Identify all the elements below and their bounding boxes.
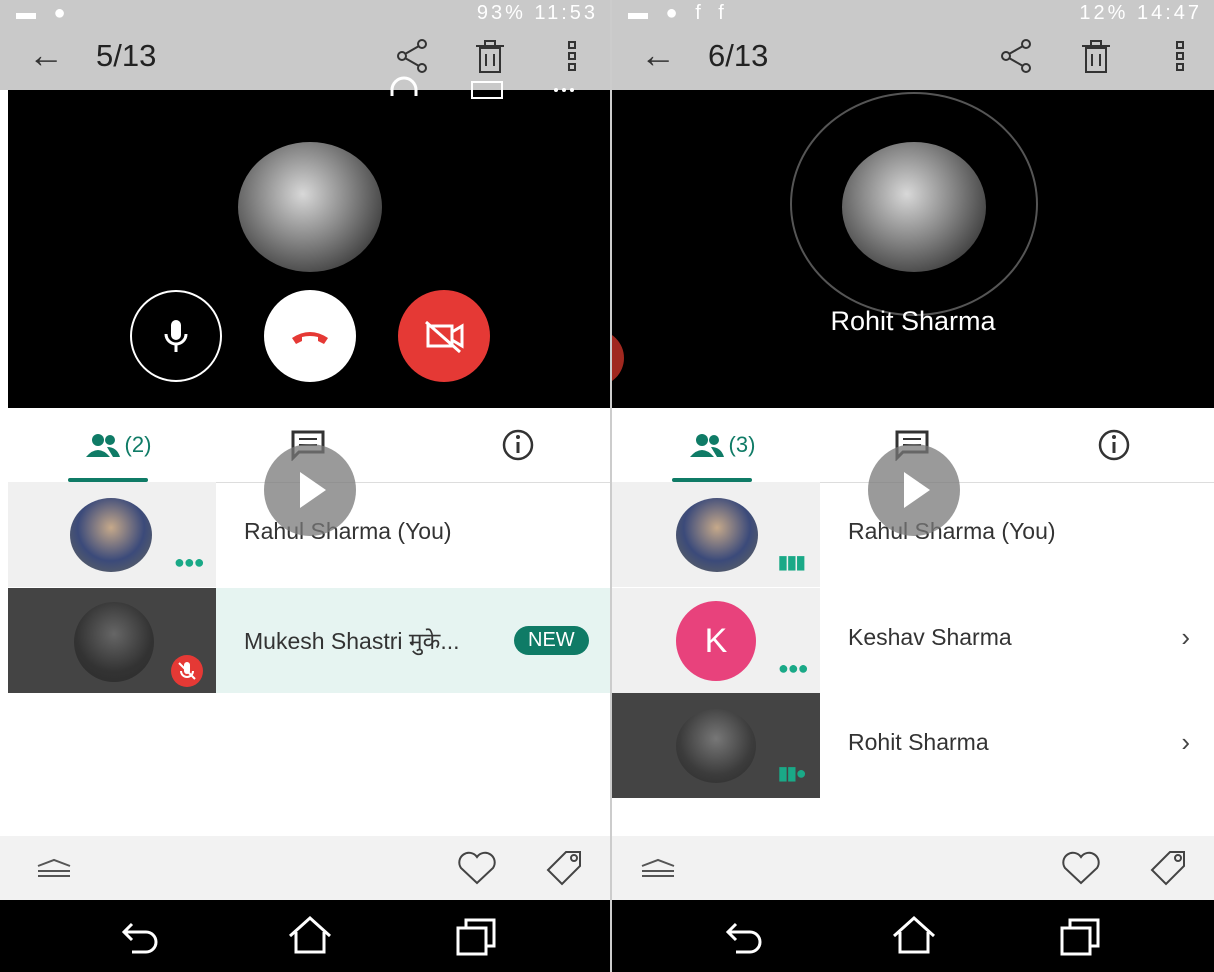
tab-participants[interactable]: (3) xyxy=(652,408,792,482)
caller-avatar xyxy=(842,142,986,272)
audio-level-icon: ●●● xyxy=(174,552,205,572)
left-screenshot: ▬ ● 93% 11:53 ← 5/13 (2) ●●● Rahul Sharm… xyxy=(0,0,612,972)
nav-back-icon[interactable] xyxy=(120,918,164,956)
info-icon xyxy=(1098,429,1130,461)
image-counter: 5/13 xyxy=(96,38,157,73)
participant-thumb: ▮▮● xyxy=(612,693,820,798)
audio-level-icon: ▮▮▮ xyxy=(778,552,806,572)
status-battery-time: 12% 14:47 xyxy=(1079,2,1202,24)
nav-home-icon[interactable] xyxy=(890,914,938,956)
call-video-area: Rohit Sharma xyxy=(612,90,1214,408)
participant-row-2[interactable]: Mukesh Shastri मुके... NEW xyxy=(8,588,610,693)
participant-thumb: ▮▮▮ xyxy=(612,482,820,587)
tag-icon[interactable] xyxy=(1148,848,1190,888)
participant-name: Rohit Sharma xyxy=(848,729,989,755)
play-icon[interactable] xyxy=(868,444,960,536)
hangup-icon xyxy=(292,332,328,344)
participant-count: (2) xyxy=(124,432,152,457)
avatar xyxy=(676,709,756,783)
right-screenshot: ▬ ● f f 12% 14:47 ← 6/13 Rohit Sharma (3… xyxy=(612,0,1214,972)
more-vertical-icon[interactable] xyxy=(1160,36,1200,76)
hangup-button[interactable] xyxy=(264,290,356,382)
share-icon[interactable] xyxy=(996,36,1036,76)
participant-row-3[interactable]: ▮▮● Rohit Sharma › xyxy=(612,693,1214,798)
gallery-bottom-bar xyxy=(0,836,610,900)
call-top-icons xyxy=(390,76,574,99)
system-nav-bar xyxy=(0,900,610,972)
people-icon xyxy=(689,434,724,457)
status-bar: ▬ ● 93% 11:53 xyxy=(0,0,610,26)
back-icon[interactable]: ← xyxy=(640,34,676,76)
avatar xyxy=(70,498,152,572)
call-video-area xyxy=(8,76,610,408)
participant-name: Keshav Sharma xyxy=(848,624,1012,650)
gallery-bottom-bar xyxy=(612,836,1214,900)
heart-icon[interactable] xyxy=(456,850,498,886)
caller-name: Rohit Sharma xyxy=(830,306,996,336)
status-battery-time: 93% 11:53 xyxy=(476,2,598,24)
trash-icon[interactable] xyxy=(1076,36,1116,76)
avatar xyxy=(74,602,154,682)
system-nav-bar xyxy=(612,900,1214,972)
status-icons: ▬ ● xyxy=(16,2,72,24)
menu-icon[interactable] xyxy=(640,856,676,880)
gallery-app-bar: ← 6/13 xyxy=(612,26,1214,90)
nav-back-icon[interactable] xyxy=(724,918,768,956)
avatar: K xyxy=(676,601,756,681)
participant-name: Rahul Sharma (You) xyxy=(244,518,452,544)
tab-info[interactable] xyxy=(1064,408,1164,482)
chevron-right-icon[interactable]: › xyxy=(1181,727,1190,758)
caller-avatar xyxy=(238,142,382,272)
image-counter: 6/13 xyxy=(708,38,769,73)
trash-icon[interactable] xyxy=(470,36,510,76)
play-icon[interactable] xyxy=(264,444,356,536)
participant-thumb: ●●● xyxy=(8,482,216,587)
video-off-icon xyxy=(425,320,464,354)
participant-count: (3) xyxy=(728,432,756,457)
heart-icon[interactable] xyxy=(1060,850,1102,886)
tab-participants[interactable]: (2) xyxy=(48,408,188,482)
nav-home-icon[interactable] xyxy=(286,914,334,956)
people-icon xyxy=(85,434,120,457)
video-off-button[interactable] xyxy=(398,290,490,382)
mic-icon xyxy=(164,320,188,352)
audio-level-icon: ▮▮● xyxy=(778,763,807,783)
info-icon xyxy=(502,429,534,461)
tab-info[interactable] xyxy=(468,408,568,482)
participant-name: Rahul Sharma (You) xyxy=(848,518,1056,544)
participant-thumb xyxy=(8,588,216,693)
nav-recents-icon[interactable] xyxy=(1058,914,1104,958)
partial-call-button xyxy=(612,330,624,386)
participant-thumb: K ●●● xyxy=(612,588,820,693)
status-bar: ▬ ● f f 12% 14:47 xyxy=(612,0,1214,26)
participant-name: Mukesh Shastri मुके... xyxy=(244,628,460,654)
participant-row-2[interactable]: K ●●● Keshav Sharma › xyxy=(612,588,1214,693)
tag-icon[interactable] xyxy=(544,848,586,888)
new-badge: NEW xyxy=(514,626,589,655)
avatar xyxy=(676,498,758,572)
mute-button[interactable] xyxy=(130,290,222,382)
audio-level-icon: ●●● xyxy=(778,658,809,678)
more-vertical-icon[interactable] xyxy=(552,36,592,76)
back-icon[interactable]: ← xyxy=(28,34,64,76)
menu-icon[interactable] xyxy=(36,856,72,880)
mic-off-icon xyxy=(171,655,203,687)
chevron-right-icon[interactable]: › xyxy=(1181,622,1190,653)
nav-recents-icon[interactable] xyxy=(454,914,500,958)
share-icon[interactable] xyxy=(392,36,432,76)
status-icons: ▬ ● f f xyxy=(628,2,730,24)
